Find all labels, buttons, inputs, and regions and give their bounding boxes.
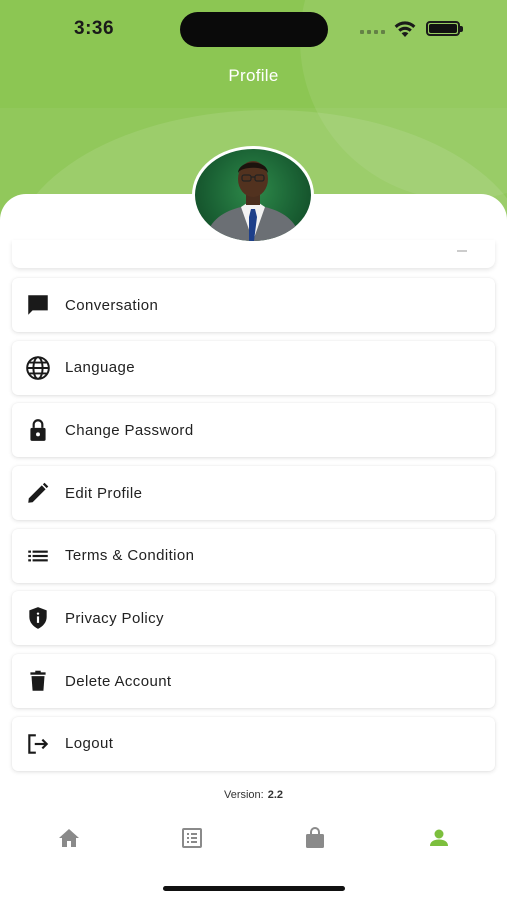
menu-item-label: Language: [65, 359, 135, 377]
nav-home[interactable]: [56, 827, 82, 853]
battery-icon: [426, 21, 463, 36]
shopping-bag-icon: [303, 826, 327, 855]
version-label: Version:: [223, 789, 264, 801]
app-version: Version: 2.2: [0, 789, 507, 801]
menu-item-label: Logout: [65, 735, 114, 753]
version-value: 2.2: [267, 789, 284, 801]
menu-item-conversation[interactable]: Conversation: [12, 278, 495, 332]
nav-orders[interactable]: [179, 827, 205, 853]
shield-icon: [25, 605, 51, 631]
cellular-signal-icon: [360, 30, 385, 34]
menu-item-terms-condition[interactable]: Terms & Condition: [12, 528, 495, 583]
status-time: 3:36: [74, 18, 115, 39]
menu-item-label: Change Password: [65, 421, 194, 439]
settings-menu: Conversation Language Change Password Ed…: [12, 278, 495, 780]
home-indicator: [163, 886, 345, 891]
trash-icon: [25, 668, 51, 694]
nav-profile[interactable]: [426, 827, 452, 853]
menu-item-label: Conversation: [65, 296, 159, 314]
menu-item-language[interactable]: Language: [12, 340, 495, 395]
menu-item-label: Privacy Policy: [65, 609, 164, 627]
hidden-profile-card: [12, 240, 495, 268]
menu-item-edit-profile[interactable]: Edit Profile: [12, 466, 495, 521]
logout-icon: [25, 731, 51, 757]
page-title: Profile: [228, 66, 279, 85]
person-icon: [427, 826, 451, 855]
menu-item-logout[interactable]: Logout: [12, 716, 495, 771]
card-decoration: [457, 250, 467, 252]
list-alt-icon: [180, 826, 204, 855]
list-icon: [25, 543, 51, 569]
home-icon: [57, 826, 81, 855]
wifi-icon: [393, 20, 417, 43]
nav-shop[interactable]: [302, 826, 328, 855]
bottom-nav: [0, 822, 507, 858]
status-bar: 3:36: [0, 0, 507, 60]
globe-icon: [25, 355, 51, 381]
dynamic-island: [180, 12, 328, 47]
avatar[interactable]: [192, 146, 314, 244]
menu-item-change-password[interactable]: Change Password: [12, 403, 495, 458]
menu-item-label: Delete Account: [65, 672, 172, 690]
menu-item-delete-account[interactable]: Delete Account: [12, 654, 495, 709]
pencil-icon: [25, 480, 51, 506]
profile-photo: [192, 146, 314, 244]
menu-item-label: Edit Profile: [65, 484, 143, 502]
menu-item-privacy-policy[interactable]: Privacy Policy: [12, 591, 495, 646]
lock-icon: [25, 417, 51, 443]
menu-item-label: Terms & Condition: [65, 547, 195, 565]
chat-icon: [25, 292, 51, 318]
